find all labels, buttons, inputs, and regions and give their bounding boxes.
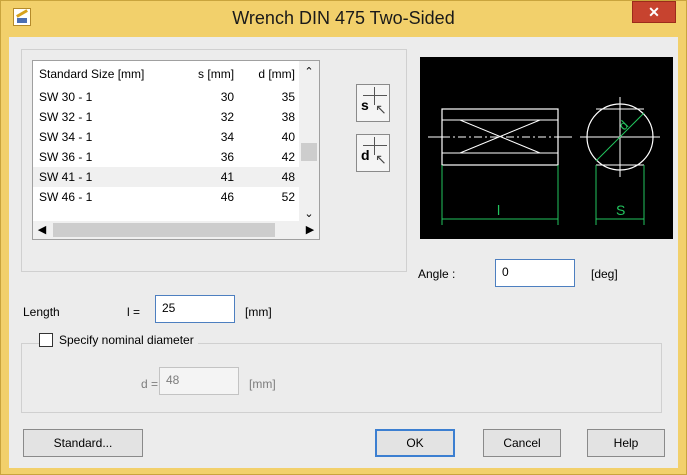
scroll-left-icon[interactable]: ◀ bbox=[33, 221, 51, 239]
cell-s: 46 bbox=[220, 190, 235, 204]
scroll-thumb-horizontal[interactable] bbox=[53, 223, 275, 237]
diameter-symbol: d = bbox=[141, 377, 159, 391]
cell-s: 34 bbox=[220, 130, 235, 144]
wrench-drawing: d l S bbox=[428, 97, 660, 225]
preview-l-label: l bbox=[497, 202, 500, 218]
pick-s-label: s bbox=[361, 97, 369, 113]
table-row[interactable]: SW 32 - 1 32 38 bbox=[33, 107, 301, 127]
angle-unit: [deg] bbox=[591, 267, 618, 281]
length-unit: [mm] bbox=[245, 305, 272, 319]
nominal-diameter-group bbox=[21, 343, 662, 413]
angle-input[interactable]: 0 bbox=[495, 259, 575, 287]
diameter-unit: [mm] bbox=[249, 377, 276, 391]
preview-s-label: S bbox=[616, 202, 625, 218]
nominal-checkbox-label[interactable]: Specify nominal diameter bbox=[59, 333, 194, 347]
cell-d: 48 bbox=[240, 167, 301, 187]
preview-d-label: d bbox=[616, 117, 632, 133]
scroll-right-icon[interactable]: ▶ bbox=[301, 221, 319, 239]
cell-d: 35 bbox=[281, 90, 295, 104]
standard-button[interactable]: Standard... bbox=[23, 429, 143, 457]
cell-s: 41 bbox=[179, 167, 241, 187]
size-table: Standard Size [mm] s [mm] d [mm] SW 30 -… bbox=[33, 61, 301, 207]
close-icon: ✕ bbox=[648, 4, 660, 20]
cell-size: SW 34 - 1 bbox=[39, 130, 93, 144]
cell-d: 40 bbox=[281, 130, 295, 144]
close-button[interactable]: ✕ bbox=[632, 1, 676, 23]
cell-s: 32 bbox=[220, 110, 235, 124]
pick-d-label: d bbox=[361, 147, 370, 163]
table-row[interactable]: SW 36 - 1 36 42 bbox=[33, 147, 301, 167]
angle-label: Angle : bbox=[418, 267, 456, 281]
cell-d: 52 bbox=[281, 190, 295, 204]
cell-size: SW 46 - 1 bbox=[39, 190, 93, 204]
window-title: Wrench DIN 475 Two-Sided bbox=[232, 8, 455, 28]
scroll-thumb[interactable] bbox=[301, 143, 317, 161]
cell-s: 36 bbox=[220, 150, 235, 164]
length-symbol: l = bbox=[127, 305, 141, 319]
table-row[interactable]: SW 30 - 1 30 35 bbox=[33, 87, 301, 107]
size-list[interactable]: Standard Size [mm] s [mm] d [mm] SW 30 -… bbox=[32, 60, 320, 240]
scroll-up-icon[interactable]: ⌃ bbox=[299, 63, 319, 81]
cell-d: 38 bbox=[281, 110, 295, 124]
horizontal-scrollbar[interactable]: ◀ ▶ bbox=[33, 221, 319, 239]
cursor-icon: ↖ bbox=[375, 151, 387, 167]
diameter-input[interactable]: 48 bbox=[159, 367, 239, 395]
dialog-window: Wrench DIN 475 Two-Sided ✕ Standard Size… bbox=[0, 0, 687, 475]
cell-size: SW 36 - 1 bbox=[39, 150, 93, 164]
table-row-selected[interactable]: SW 41 - 1 41 48 bbox=[33, 167, 301, 187]
title-bar[interactable]: Wrench DIN 475 Two-Sided ✕ bbox=[1, 1, 686, 37]
column-header-s[interactable]: s [mm] bbox=[180, 61, 240, 87]
cell-size: SW 32 - 1 bbox=[39, 110, 93, 124]
table-row[interactable]: SW 46 - 1 46 52 bbox=[33, 187, 301, 207]
vertical-scrollbar[interactable]: ⌃ ⌄ bbox=[299, 61, 319, 223]
pick-s-button[interactable]: s ↖ bbox=[356, 84, 390, 122]
nominal-checkbox[interactable] bbox=[39, 333, 53, 347]
wrench-preview: d l S bbox=[420, 57, 673, 239]
table-row[interactable]: SW 34 - 1 34 40 bbox=[33, 127, 301, 147]
cell-s: 30 bbox=[220, 90, 235, 104]
help-button[interactable]: Help bbox=[587, 429, 665, 457]
cancel-button[interactable]: Cancel bbox=[483, 429, 561, 457]
nominal-checkbox-row[interactable]: Specify nominal diameter bbox=[39, 333, 198, 347]
pick-d-button[interactable]: d ↖ bbox=[356, 134, 390, 172]
table-header: Standard Size [mm] s [mm] d [mm] bbox=[33, 61, 301, 87]
cell-size: SW 30 - 1 bbox=[39, 90, 93, 104]
cell-size: SW 41 - 1 bbox=[33, 167, 180, 187]
ok-button[interactable]: OK bbox=[375, 429, 455, 457]
column-header-size[interactable]: Standard Size [mm] bbox=[33, 61, 180, 87]
length-input[interactable]: 25 bbox=[155, 295, 235, 323]
dialog-body: Standard Size [mm] s [mm] d [mm] SW 30 -… bbox=[9, 37, 678, 468]
size-list-group: Standard Size [mm] s [mm] d [mm] SW 30 -… bbox=[21, 49, 407, 272]
cell-d: 42 bbox=[281, 150, 295, 164]
cursor-icon: ↖ bbox=[375, 101, 387, 117]
length-label: Length bbox=[23, 305, 60, 319]
column-header-d[interactable]: d [mm] bbox=[240, 61, 301, 87]
